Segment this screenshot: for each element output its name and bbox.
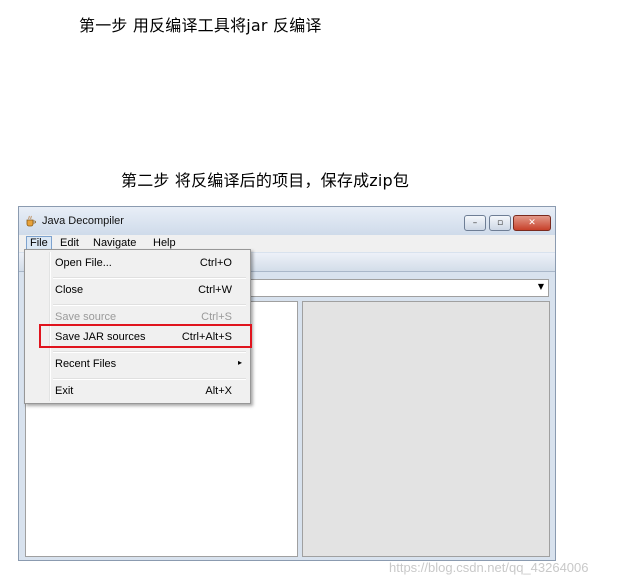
maximize-button[interactable]: ▫ bbox=[489, 215, 511, 231]
menu-item-open-file[interactable]: Open File... Ctrl+O bbox=[55, 257, 232, 273]
menu-edit[interactable]: Edit bbox=[57, 236, 82, 250]
step-one-caption: 第一步 用反编译工具将jar 反编译 bbox=[79, 16, 322, 35]
menu-item-label: Exit bbox=[55, 385, 74, 397]
menu-separator bbox=[53, 351, 246, 353]
menu-file[interactable]: File bbox=[26, 236, 52, 250]
menu-separator bbox=[53, 378, 246, 380]
source-pane[interactable] bbox=[302, 301, 550, 557]
menu-separator bbox=[53, 304, 246, 306]
menu-item-exit[interactable]: Exit Alt+X bbox=[55, 385, 232, 401]
minimize-button[interactable]: – bbox=[464, 215, 486, 231]
menu-item-label: Save source bbox=[55, 311, 117, 323]
menu-item-close[interactable]: Close Ctrl+W bbox=[55, 284, 232, 300]
step-two-caption: 第二步 将反编译后的项目，保存成zip包 bbox=[121, 171, 410, 190]
menu-item-label: Open File... bbox=[55, 257, 112, 269]
close-button[interactable]: ✕ bbox=[513, 215, 551, 231]
menu-navigate[interactable]: Navigate bbox=[90, 236, 139, 250]
window-title: Java Decompiler bbox=[42, 215, 124, 227]
menu-item-label: Close bbox=[55, 284, 84, 296]
menu-item-shortcut: Ctrl+O bbox=[199, 257, 232, 269]
red-highlight-annotation bbox=[39, 324, 252, 348]
title-bar[interactable]: Java Decompiler – ▫ ✕ bbox=[19, 207, 555, 235]
menu-item-recent-files[interactable]: Recent Files ▸ bbox=[55, 358, 242, 374]
submenu-arrow-icon: ▸ bbox=[237, 358, 242, 367]
menu-help[interactable]: Help bbox=[150, 236, 179, 250]
coffee-cup-icon bbox=[26, 215, 36, 227]
menu-item-shortcut: Alt+X bbox=[205, 385, 232, 397]
watermark: https://blog.csdn.net/qq_43264006 bbox=[389, 560, 589, 575]
dropdown-arrow-icon[interactable]: ▼ bbox=[538, 282, 544, 291]
menu-item-shortcut: Ctrl+W bbox=[198, 284, 232, 296]
menu-separator bbox=[53, 277, 246, 279]
menu-item-shortcut: Ctrl+S bbox=[201, 311, 232, 323]
menu-item-label: Recent Files bbox=[55, 358, 117, 370]
